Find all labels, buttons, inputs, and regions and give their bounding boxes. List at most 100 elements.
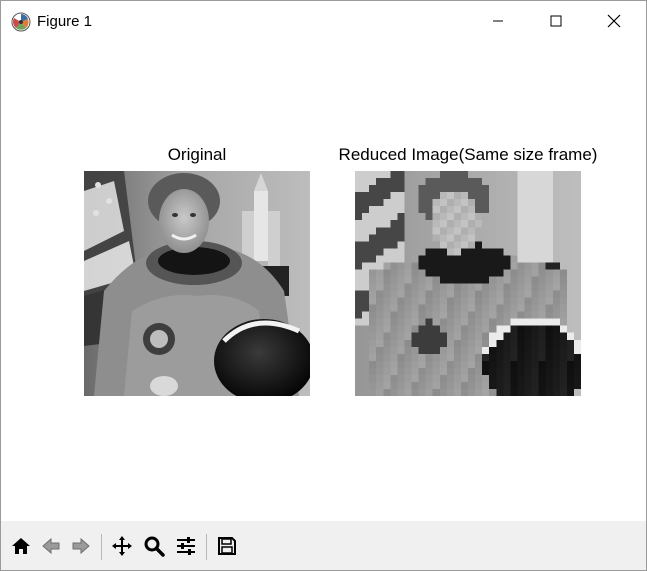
image-pixel — [552, 339, 561, 348]
image-pixel — [425, 318, 433, 326]
image-pixel — [383, 269, 391, 277]
image-pixel — [439, 367, 448, 376]
image-pixel — [411, 325, 419, 334]
image-pixel — [468, 325, 476, 334]
image-pixel — [404, 206, 412, 214]
close-button[interactable] — [585, 1, 643, 41]
reduced-image[interactable] — [355, 171, 581, 396]
image-pixel — [355, 178, 363, 186]
maximize-button[interactable] — [527, 1, 585, 41]
image-pixel — [369, 262, 377, 270]
save-button[interactable] — [213, 532, 241, 560]
image-pixel — [524, 353, 532, 362]
image-pixel — [552, 332, 561, 341]
image-pixel — [390, 227, 398, 235]
image-pixel — [432, 171, 441, 179]
image-pixel — [432, 346, 441, 355]
image-pixel — [566, 220, 575, 228]
minimize-button[interactable] — [469, 1, 527, 41]
image-pixel — [566, 325, 575, 334]
image-pixel — [355, 248, 363, 256]
back-button[interactable] — [37, 532, 65, 560]
image-pixel — [439, 178, 448, 186]
image-pixel — [573, 360, 581, 369]
image-pixel — [489, 381, 497, 390]
image-pixel — [496, 339, 504, 348]
image-pixel — [362, 304, 370, 312]
image-pixel — [573, 290, 581, 298]
image-pixel — [538, 311, 546, 319]
image-pixel — [531, 325, 539, 334]
image-pixel — [573, 255, 581, 263]
image-pixel — [460, 171, 469, 179]
image-pixel — [376, 360, 384, 369]
image-pixel — [404, 297, 412, 305]
image-pixel — [475, 297, 483, 305]
image-pixel — [418, 346, 426, 355]
image-pixel — [369, 178, 377, 186]
image-pixel — [418, 178, 426, 186]
image-pixel — [383, 213, 391, 221]
original-image[interactable] — [84, 171, 310, 396]
image-pixel — [489, 304, 497, 312]
figure-canvas[interactable]: Original Reduced Image(Same size frame) — [1, 41, 646, 521]
image-pixel — [439, 318, 448, 326]
image-pixel — [418, 339, 426, 348]
image-pixel — [404, 234, 412, 242]
zoom-button[interactable] — [140, 532, 168, 560]
image-pixel — [573, 178, 581, 186]
image-pixel — [446, 269, 455, 277]
pan-button[interactable] — [108, 532, 136, 560]
image-pixel — [531, 220, 539, 228]
image-pixel — [482, 311, 490, 319]
image-pixel — [383, 311, 391, 319]
image-pixel — [517, 290, 525, 298]
forward-button[interactable] — [67, 532, 95, 560]
image-pixel — [566, 367, 575, 376]
image-pixel — [482, 367, 490, 376]
image-pixel — [468, 297, 476, 305]
image-pixel — [390, 339, 398, 348]
image-pixel — [425, 360, 433, 369]
configure-subplots-button[interactable] — [172, 532, 200, 560]
image-pixel — [524, 171, 532, 179]
image-pixel — [566, 248, 575, 256]
image-pixel — [355, 332, 363, 341]
image-pixel — [383, 206, 391, 214]
home-button[interactable] — [7, 532, 35, 560]
image-pixel — [538, 332, 546, 341]
image-pixel — [524, 255, 532, 263]
image-pixel — [496, 388, 504, 396]
image-pixel — [545, 311, 554, 319]
image-pixel — [460, 269, 469, 277]
image-pixel — [404, 360, 412, 369]
image-pixel — [383, 304, 391, 312]
image-pixel — [411, 241, 419, 249]
image-pixel — [404, 185, 412, 193]
image-pixel — [503, 388, 511, 396]
image-pixel — [538, 248, 546, 256]
image-pixel — [482, 241, 490, 249]
image-pixel — [460, 283, 469, 291]
image-pixel — [397, 269, 405, 277]
image-pixel — [468, 290, 476, 298]
image-pixel — [425, 171, 433, 179]
image-pixel — [475, 346, 483, 355]
image-pixel — [439, 206, 448, 214]
image-pixel — [390, 353, 398, 362]
image-pixel — [531, 269, 539, 277]
image-pixel — [517, 227, 525, 235]
image-pixel — [475, 374, 483, 383]
image-pixel — [446, 304, 455, 312]
title-bar[interactable]: Figure 1 — [1, 1, 646, 41]
image-pixel — [369, 325, 377, 334]
forward-arrow-icon — [72, 537, 90, 555]
image-pixel — [460, 262, 469, 270]
image-pixel — [510, 297, 518, 305]
image-pixel — [425, 269, 433, 277]
image-pixel — [411, 255, 419, 263]
image-pixel — [496, 297, 504, 305]
image-pixel — [432, 388, 441, 396]
image-pixel — [397, 276, 405, 284]
image-pixel — [566, 297, 575, 305]
